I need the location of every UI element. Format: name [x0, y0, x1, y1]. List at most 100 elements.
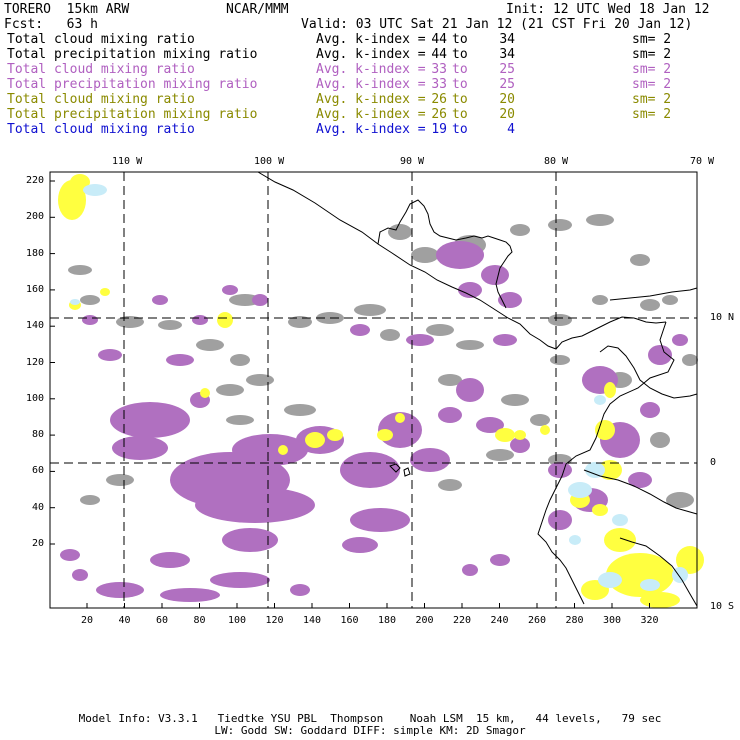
- lon-label-110w: 110 W: [112, 156, 143, 167]
- cloud-field-gray: [438, 479, 462, 491]
- lon-label-90w: 90 W: [400, 156, 425, 167]
- x-tick-label: 260: [527, 615, 547, 626]
- cloud-field-purple: [410, 448, 450, 472]
- lon-label-80w: 80 W: [544, 156, 569, 167]
- cloud-field-yellow: [514, 430, 526, 440]
- cloud-field-yellow: [305, 432, 325, 448]
- cloud-field-purple: [98, 349, 122, 361]
- y-tick-label: 100: [25, 392, 44, 404]
- cloud-field-purple: [96, 582, 144, 598]
- cloud-field-purple: [406, 334, 434, 346]
- cloud-field-purple: [350, 324, 370, 336]
- cloud-field-gray: [486, 449, 514, 461]
- cloud-field-purple: [458, 282, 482, 298]
- cloud-field-purple: [166, 354, 194, 366]
- cloud-field-yellow: [278, 445, 288, 455]
- x-tick-label: 280: [565, 615, 584, 626]
- model-info-line-2: LW: Godd SW: Goddard DIFF: simple KM: 2D…: [214, 724, 526, 737]
- lat-label-10n: 10 N: [710, 312, 735, 323]
- cloud-field-lightblue: [70, 299, 80, 305]
- cloud-field-yellow: [377, 429, 393, 441]
- cloud-field-yellow: [592, 504, 608, 516]
- x-tick-label: 140: [302, 615, 322, 626]
- cloud-field-lightblue: [569, 535, 581, 545]
- cloud-field-gray: [246, 374, 274, 386]
- cloud-field-yellow: [604, 528, 636, 552]
- x-tick-label: 20: [80, 615, 94, 626]
- cloud-field-gray: [510, 224, 530, 236]
- x-tick-label: 100: [227, 615, 247, 626]
- cloud-field-lightblue: [83, 184, 107, 196]
- cloud-field-yellow: [540, 425, 550, 435]
- x-tick-label: 300: [602, 615, 622, 626]
- cloud-field-gray: [388, 224, 412, 240]
- y-tick-label: 80: [31, 429, 44, 441]
- cloud-field-yellow: [217, 312, 233, 328]
- lat-label-10s: 10 S: [710, 601, 735, 612]
- cloud-field-gray: [592, 295, 608, 305]
- cloud-field-gray: [68, 265, 92, 275]
- cloud-field-purple: [222, 528, 278, 552]
- cloud-field-gray: [226, 415, 254, 425]
- cloud-field-gray: [456, 340, 484, 350]
- cloud-field-gray: [501, 394, 529, 406]
- cloud-field-purple: [112, 436, 168, 460]
- y-tick-label: 120: [25, 356, 44, 368]
- cloud-field-gray: [411, 247, 439, 263]
- cloud-field-purple: [150, 552, 190, 568]
- cloud-field-gray: [380, 329, 400, 341]
- cloud-field-purple: [110, 402, 190, 438]
- x-tick-label: 40: [118, 615, 131, 626]
- cloud-field-lightblue: [585, 462, 605, 478]
- cloud-field-yellow: [395, 413, 405, 423]
- cloud-field-purple: [290, 584, 310, 596]
- lon-label-100w: 100 W: [254, 156, 285, 167]
- cloud-field-yellow: [327, 429, 343, 441]
- x-tick-label: 120: [265, 615, 284, 626]
- cloud-field-gray: [158, 320, 182, 330]
- cloud-field-gray: [530, 414, 550, 426]
- cloud-field-gray: [80, 295, 100, 305]
- cloud-field-purple: [195, 487, 315, 523]
- cloud-field-purple: [456, 378, 484, 402]
- cloud-field-gray: [586, 214, 614, 226]
- cloud-field-lightblue: [598, 572, 622, 588]
- cloud-field-gray: [548, 219, 572, 231]
- cloud-field-purple: [160, 588, 220, 602]
- cloud-field-purple: [640, 402, 660, 418]
- cloud-field-yellow: [640, 592, 680, 608]
- weather-map: [49, 171, 704, 609]
- cloud-field-gray: [80, 495, 100, 505]
- cloud-field-purple: [82, 315, 98, 325]
- x-tick-label: 220: [452, 615, 472, 626]
- cloud-field-gray: [426, 324, 454, 336]
- y-tick-label: 60: [31, 465, 44, 477]
- cloud-field-gray: [354, 304, 386, 316]
- cloud-field-purple: [438, 407, 462, 423]
- x-tick-label: 60: [155, 615, 169, 626]
- y-tick-label: 160: [25, 283, 44, 295]
- cloud-field-purple: [672, 334, 688, 346]
- cloud-field-purple: [436, 241, 484, 269]
- x-tick-label: 200: [415, 615, 434, 626]
- lat-label-equator: 0: [710, 457, 717, 468]
- cloud-field-purple: [350, 508, 410, 532]
- cloud-field-yellow: [200, 388, 210, 398]
- y-tick-label: 180: [25, 247, 44, 259]
- cloud-field-lightblue: [594, 395, 606, 405]
- y-tick-label: 20: [31, 538, 44, 549]
- cloud-field-purple: [60, 549, 80, 561]
- lon-label-70w: 70 W: [690, 156, 715, 167]
- cloud-field-purple: [192, 315, 208, 325]
- cloud-field-gray: [682, 354, 698, 366]
- cloud-field-gray: [550, 355, 570, 365]
- x-tick-label: 240: [490, 615, 509, 626]
- cloud-field-purple: [340, 452, 400, 488]
- cloud-field-lightblue: [612, 514, 628, 526]
- cloud-field-lightblue: [640, 579, 660, 591]
- cloud-field-purple: [490, 554, 510, 566]
- cloud-field-gray: [630, 254, 650, 266]
- y-tick-label: 200: [25, 211, 44, 223]
- cloud-field-purple: [462, 564, 478, 576]
- cloud-field-purple: [210, 572, 270, 588]
